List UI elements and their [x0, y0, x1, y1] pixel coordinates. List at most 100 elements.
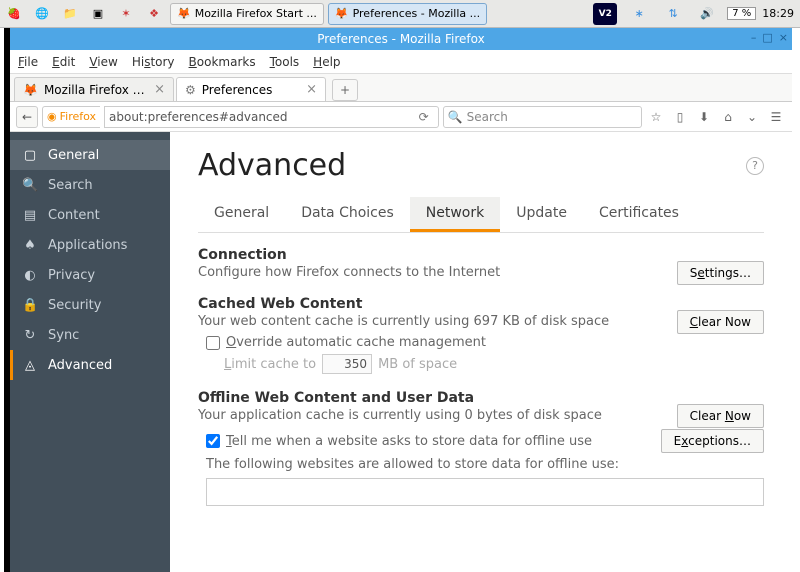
advanced-icon: ◬ — [22, 358, 38, 373]
task-button-firefox-start[interactable]: 🦊 Mozilla Firefox Start ... — [170, 3, 324, 25]
exceptions-button[interactable]: Exceptions… — [661, 429, 764, 453]
limit-suffix: MB of space — [378, 357, 457, 372]
sidebar-item-applications[interactable]: ♠Applications — [10, 230, 170, 260]
tab-close-icon[interactable]: × — [306, 82, 317, 97]
home-icon[interactable]: ⌂ — [718, 107, 738, 127]
sidebar-item-advanced[interactable]: ◬Advanced — [10, 350, 170, 380]
new-tab-button[interactable]: + — [332, 79, 358, 101]
sidebar-label: Sync — [48, 328, 79, 343]
downloads-icon[interactable]: ⬇ — [694, 107, 714, 127]
subtab-data-choices[interactable]: Data Choices — [285, 197, 410, 232]
lock-icon: 🔒 — [22, 298, 38, 313]
subtab-network[interactable]: Network — [410, 197, 500, 232]
menu-file[interactable]: File — [18, 55, 38, 69]
sidebar-item-search[interactable]: 🔍 Search — [10, 170, 170, 200]
offline-sites-listbox[interactable] — [206, 478, 764, 506]
clock[interactable]: 18:29 — [762, 7, 794, 20]
sidebar-label: Privacy — [48, 268, 95, 283]
connection-settings-button[interactable]: Settings… — [677, 261, 764, 285]
limit-prefix: Limit cache to — [224, 357, 316, 372]
menu-view[interactable]: View — [89, 55, 117, 69]
filemanager-icon[interactable]: 📁 — [58, 3, 82, 25]
tab-close-icon[interactable]: × — [154, 82, 165, 97]
firefox-icon: 🦊 — [177, 7, 191, 20]
menu-edit[interactable]: Edit — [52, 55, 75, 69]
section-offline: Offline Web Content and User Data Your a… — [198, 390, 764, 506]
volume-icon[interactable]: 🔊 — [695, 3, 719, 25]
task-label: Preferences - Mozilla ... — [353, 7, 481, 20]
sidebar-label: Search — [48, 178, 93, 193]
terminal-icon[interactable]: ▣ — [86, 3, 110, 25]
task-label: Mozilla Firefox Start ... — [195, 7, 317, 20]
help-icon[interactable]: ? — [746, 157, 764, 175]
allowed-label: The following websites are allowed to st… — [206, 457, 764, 472]
raspberry-menu-icon[interactable]: 🍓 — [2, 3, 26, 25]
search-placeholder: Search — [467, 110, 508, 124]
section-cache: Cached Web Content Your web content cach… — [198, 296, 764, 374]
clear-offline-button[interactable]: Clear Now — [677, 404, 764, 428]
search-icon: 🔍 — [448, 110, 463, 124]
search-icon: 🔍 — [22, 178, 38, 193]
desktop-taskbar: 🍓 🌐 📁 ▣ ✶ ❖ 🦊 Mozilla Firefox Start ... … — [0, 0, 800, 28]
menu-help[interactable]: Help — [313, 55, 340, 69]
firefox-icon: 🦊 — [335, 7, 349, 20]
tab-label: Preferences — [202, 83, 300, 97]
content-icon: ▤ — [22, 208, 38, 223]
subtab-update[interactable]: Update — [500, 197, 583, 232]
tell-me-checkbox[interactable] — [206, 434, 220, 448]
limit-cache-input[interactable] — [322, 354, 372, 374]
globe-icon[interactable]: 🌐 — [30, 3, 54, 25]
task-button-firefox-prefs[interactable]: 🦊 Preferences - Mozilla ... — [328, 3, 487, 25]
section-connection: Connection Configure how Firefox connect… — [198, 247, 764, 280]
clear-cache-button[interactable]: Clear Now — [677, 310, 764, 334]
url-input[interactable]: about:preferences#advanced ⟳ — [104, 106, 439, 128]
menu-tools[interactable]: Tools — [270, 55, 300, 69]
minimize-button[interactable]: – — [751, 31, 757, 44]
override-cache-checkbox[interactable] — [206, 336, 220, 350]
menu-bar: File Edit View History Bookmarks Tools H… — [10, 50, 792, 74]
bluetooth-icon[interactable]: ∗ — [627, 3, 651, 25]
nav-toolbar: ← ◉ Firefox about:preferences#advanced ⟳… — [10, 102, 792, 132]
preferences-content: Advanced ? General Data Choices Network … — [170, 132, 792, 572]
back-button[interactable]: ← — [16, 106, 38, 128]
tell-me-row: Tell me when a website asks to store dat… — [206, 429, 764, 453]
general-icon: ▢ — [22, 148, 38, 163]
gear-icon: ⚙ — [185, 83, 196, 97]
battery-indicator[interactable]: 7 % — [727, 7, 756, 20]
menu-bookmarks[interactable]: Bookmarks — [189, 55, 256, 69]
menu-history[interactable]: History — [132, 55, 175, 69]
mathematica-icon[interactable]: ✶ — [114, 3, 138, 25]
sync-icon: ↻ — [22, 328, 38, 343]
sidebar-label: Content — [48, 208, 100, 223]
wifi-icon[interactable]: ⇅ — [661, 3, 685, 25]
url-value: about:preferences#advanced — [109, 110, 414, 124]
tab-firefox-start[interactable]: 🦊 Mozilla Firefox Start... × — [14, 77, 174, 101]
search-input[interactable]: 🔍 Search — [443, 106, 642, 128]
sidebar-item-general[interactable]: ▢General — [10, 140, 170, 170]
firefox-icon: 🦊 — [23, 83, 38, 97]
sidebar-item-privacy[interactable]: ◐ Privacy — [10, 260, 170, 290]
url-identity[interactable]: ◉ Firefox — [42, 106, 100, 128]
close-button[interactable]: × — [779, 31, 788, 44]
subtab-general[interactable]: General — [198, 197, 285, 232]
window-title: Preferences - Mozilla Firefox — [317, 32, 484, 46]
override-cache-label: Override automatic cache management — [226, 335, 486, 350]
preferences-sidebar: ▢General 🔍Search ▤Content ♠Applications … — [10, 132, 170, 572]
window-titlebar[interactable]: Preferences - Mozilla Firefox – □ × — [10, 28, 792, 50]
bookmark-star-icon[interactable]: ☆ — [646, 107, 666, 127]
sidebar-item-security[interactable]: 🔒Security — [10, 290, 170, 320]
reload-icon[interactable]: ⟳ — [414, 110, 434, 124]
privacy-icon: ◐ — [22, 268, 38, 283]
maximize-button[interactable]: □ — [762, 31, 772, 44]
applications-icon: ♠ — [22, 238, 38, 253]
sidebar-item-sync[interactable]: ↻ Sync — [10, 320, 170, 350]
hamburger-menu-icon[interactable]: ☰ — [766, 107, 786, 127]
sidebar-item-content[interactable]: ▤ Content — [10, 200, 170, 230]
advanced-subtabs: General Data Choices Network Update Cert… — [198, 197, 764, 233]
vnc-icon[interactable]: V2 — [593, 3, 617, 25]
pocket-icon[interactable]: ▯ — [670, 107, 690, 127]
wolfram-icon[interactable]: ❖ — [142, 3, 166, 25]
tab-preferences[interactable]: ⚙ Preferences × — [176, 77, 326, 101]
pocket-save-icon[interactable]: ⌄ — [742, 107, 762, 127]
subtab-certificates[interactable]: Certificates — [583, 197, 695, 232]
